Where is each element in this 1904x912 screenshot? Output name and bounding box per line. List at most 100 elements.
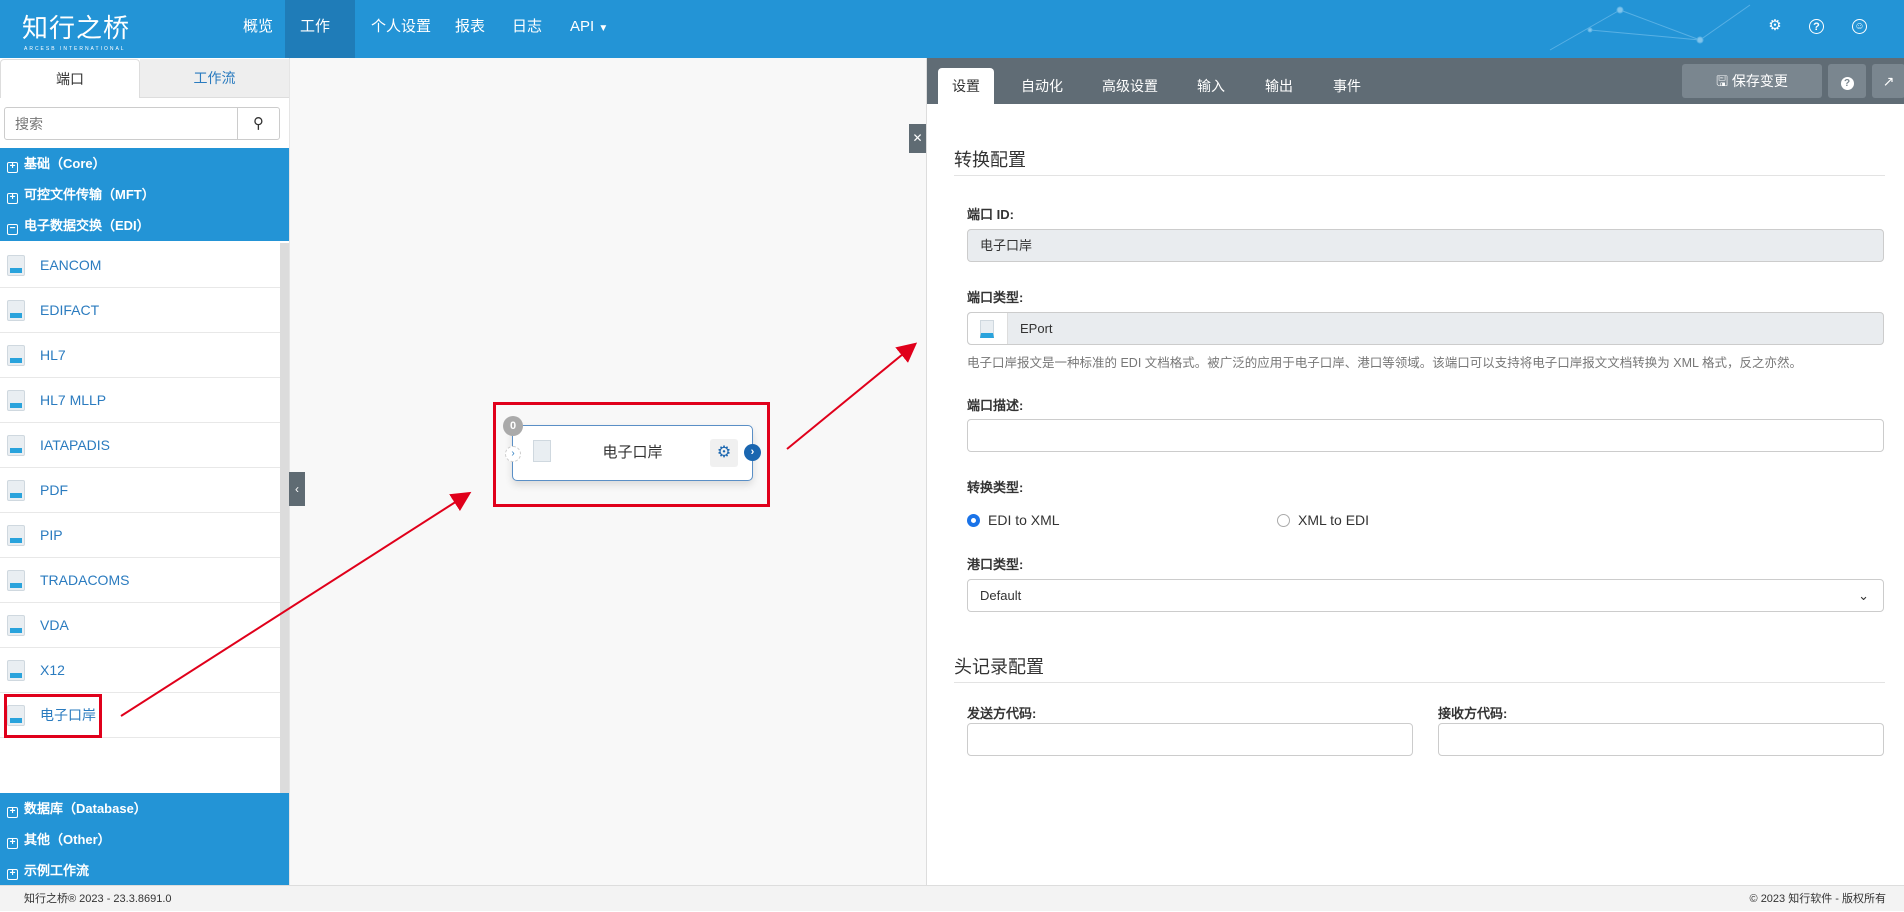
port-type-icon: [7, 390, 25, 411]
settings-gear-icon[interactable]: ⚙: [1766, 17, 1784, 35]
section-title-header-record: 头记录配置: [954, 657, 1044, 677]
port-type-label: 端口类型:: [967, 290, 1024, 305]
port-list-item[interactable]: EDIFACT: [0, 288, 280, 333]
help-icon[interactable]: ?: [1809, 19, 1824, 34]
port-type-icon: [7, 660, 25, 681]
group-label: 基础（Core）: [24, 156, 106, 171]
group-edi[interactable]: − 电子数据交换（EDI）: [0, 210, 289, 241]
port-list-item[interactable]: TRADACOMS: [0, 558, 280, 603]
port-list-item[interactable]: VDA: [0, 603, 280, 648]
radio-label: XML to EDI: [1298, 512, 1370, 528]
port-type-icon: [7, 570, 25, 591]
port-list-item[interactable]: PIP: [0, 513, 280, 558]
group-core[interactable]: + 基础（Core）: [0, 148, 289, 179]
conversion-type-label: 转换类型:: [967, 480, 1024, 495]
tab-workflows[interactable]: 工作流: [140, 59, 289, 98]
port-list-item[interactable]: HL7 MLLP: [0, 378, 280, 423]
port-list-item-label: X12: [40, 662, 65, 678]
group-label: 可控文件传输（MFT）: [24, 187, 155, 202]
save-icon: 🖫: [1716, 73, 1729, 89]
port-type-icon: [7, 300, 25, 321]
settings-panel: 设置 自动化 高级设置 输入 输出 事件 🖫 保存变更 ? ↗ 转换配置 端口 …: [926, 58, 1904, 885]
nav-profile[interactable]: 个人设置: [356, 0, 446, 58]
port-description-textarea[interactable]: [967, 419, 1884, 452]
search-icon[interactable]: ⚲: [237, 108, 279, 139]
logo[interactable]: 知行之桥: [22, 8, 130, 45]
group-label: 数据库（Database）: [24, 801, 147, 816]
nav-logs[interactable]: 日志: [497, 0, 557, 58]
top-navbar: 知行之桥 ARCESB INTERNATIONAL 概览 工作流 个人设置 报表…: [0, 0, 1904, 89]
radio-xml-to-edi[interactable]: XML to EDI: [1277, 512, 1369, 528]
port-type-icon: [7, 255, 25, 276]
close-panel-button[interactable]: ✕: [909, 124, 926, 153]
chevron-down-icon: ⌄: [1858, 588, 1869, 603]
group-label: 电子数据交换（EDI）: [24, 218, 150, 233]
group-other[interactable]: + 其他（Other）: [0, 824, 289, 855]
panel-tabbar: 设置 自动化 高级设置 输入 输出 事件 🖫 保存变更 ? ↗: [927, 58, 1904, 104]
port-list-item-label: EDIFACT: [40, 302, 100, 318]
port-list-item[interactable]: X12: [0, 648, 280, 693]
harbor-type-label: 港口类型:: [967, 557, 1024, 572]
logo-subtitle: ARCESB INTERNATIONAL: [24, 46, 126, 52]
port-list-item-label: IATAPADIS: [40, 437, 111, 453]
port-list-item-label: HL7: [40, 347, 66, 363]
help-button[interactable]: ?: [1828, 64, 1866, 98]
tab-events[interactable]: 事件: [1319, 68, 1375, 104]
port-type-value: EPort: [1020, 321, 1053, 336]
external-link-icon: ↗: [1882, 73, 1895, 89]
sidebar-scrollbar[interactable]: [280, 243, 289, 793]
port-id-field[interactable]: 电子口岸: [967, 229, 1884, 262]
port-list-item[interactable]: HL7: [0, 333, 280, 378]
search-input[interactable]: [5, 108, 235, 139]
group-database[interactable]: + 数据库（Database）: [0, 793, 289, 824]
group-examples[interactable]: + 示例工作流: [0, 855, 289, 885]
port-list-item[interactable]: IATAPADIS: [0, 423, 280, 468]
port-list-item-label: HL7 MLLP: [40, 392, 107, 408]
footer: 知行之桥® 2023 - 23.3.8691.0 © 2023 知行软件 - 版…: [0, 885, 1904, 911]
tab-automation[interactable]: 自动化: [1007, 68, 1077, 104]
receiver-code-label: 接收方代码:: [1438, 706, 1508, 721]
expand-icon: +: [7, 162, 18, 173]
nav-overview[interactable]: 概览: [228, 0, 288, 58]
port-type-icon: [7, 435, 25, 456]
nav-reports[interactable]: 报表: [440, 0, 500, 58]
collapse-sidebar-handle[interactable]: ‹: [289, 472, 305, 506]
port-list-item-label: TRADACOMS: [40, 572, 130, 588]
sender-code-label: 发送方代码:: [967, 706, 1037, 721]
radio-edi-to-xml[interactable]: EDI to XML: [967, 512, 1060, 528]
group-mft[interactable]: + 可控文件传输（MFT）: [0, 179, 289, 210]
port-type-field[interactable]: EPort: [967, 312, 1884, 345]
expand-icon: +: [7, 838, 18, 849]
port-id-label: 端口 ID:: [967, 207, 1014, 222]
port-list-item[interactable]: PDF: [0, 468, 280, 513]
port-list-item[interactable]: EANCOM: [0, 243, 280, 288]
footer-version: 知行之桥® 2023 - 23.3.8691.0: [24, 893, 172, 905]
harbor-type-select[interactable]: Default ⌄: [967, 579, 1884, 612]
port-type-icon: [7, 480, 25, 501]
port-type-icon: [7, 615, 25, 636]
divider: [954, 682, 1885, 683]
nav-api[interactable]: API ▼: [555, 0, 623, 58]
expand-icon: +: [7, 869, 18, 880]
save-changes-button[interactable]: 🖫 保存变更: [1682, 64, 1822, 98]
help-icon: ?: [1840, 77, 1854, 90]
sender-code-input[interactable]: [967, 723, 1413, 756]
harbor-type-value: Default: [980, 588, 1022, 603]
user-account-icon[interactable]: ☺: [1852, 19, 1867, 34]
tab-advanced[interactable]: 高级设置: [1088, 68, 1172, 104]
open-external-button[interactable]: ↗: [1872, 64, 1904, 98]
receiver-code-input[interactable]: [1438, 723, 1884, 756]
save-label: 保存变更: [1731, 73, 1788, 89]
expand-icon: +: [7, 807, 18, 818]
radio-label: EDI to XML: [988, 512, 1060, 528]
port-type-icon: [7, 525, 25, 546]
section-title-conversion: 转换配置: [954, 150, 1026, 170]
network-decoration: [1549, 4, 1751, 51]
tab-output[interactable]: 输出: [1251, 68, 1307, 104]
nav-workflow[interactable]: 工作流: [285, 0, 355, 89]
port-description-label: 端口描述:: [967, 398, 1024, 413]
port-type-icon: [7, 345, 25, 366]
tab-ports[interactable]: 端口: [0, 59, 140, 98]
tab-settings[interactable]: 设置: [938, 68, 994, 104]
tab-input[interactable]: 输入: [1183, 68, 1239, 104]
